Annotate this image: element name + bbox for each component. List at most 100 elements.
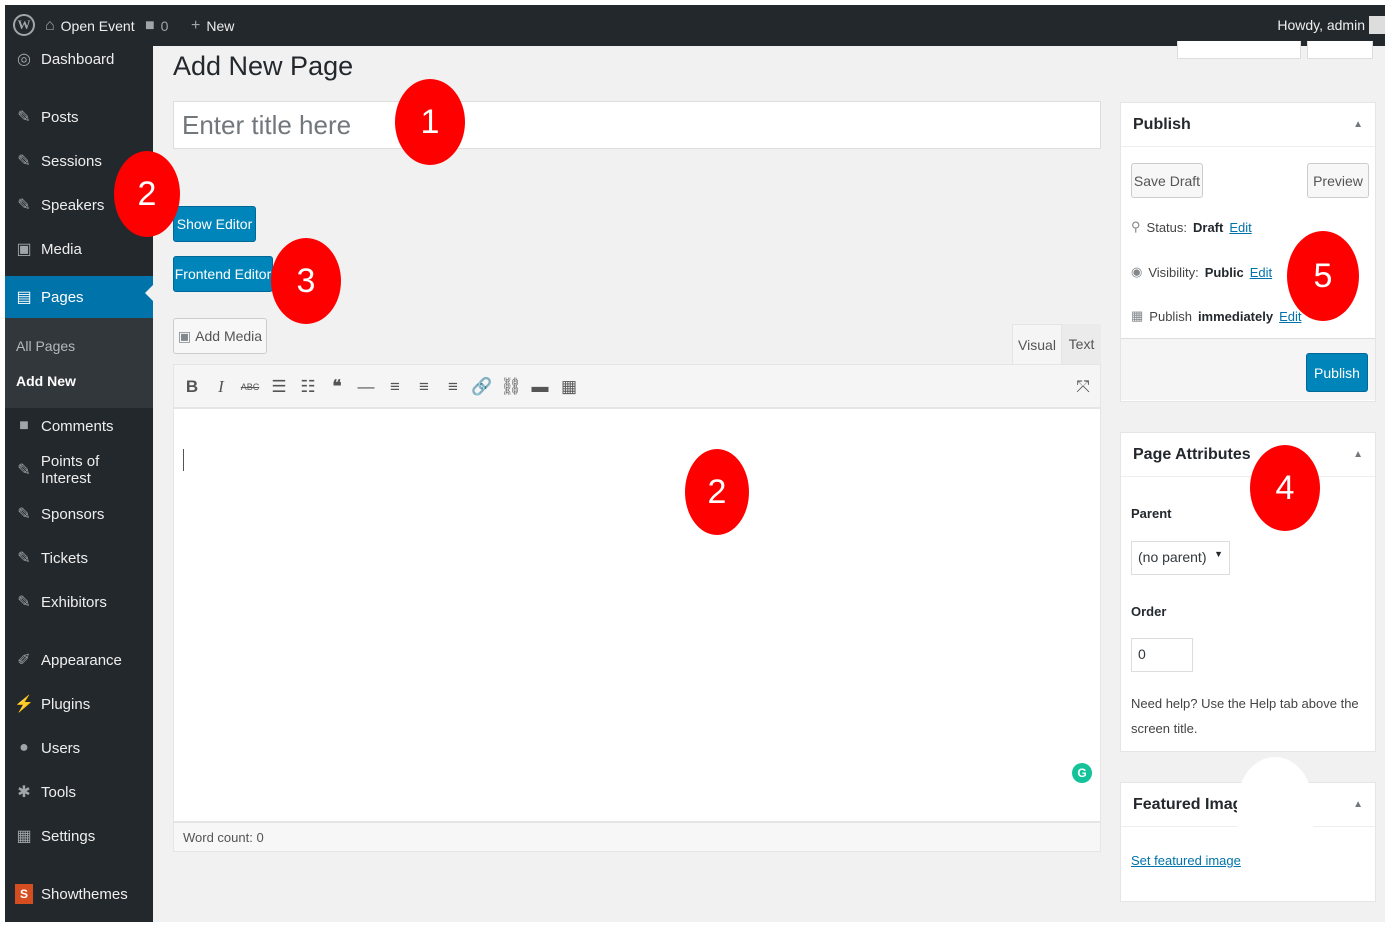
- publish-actions: Publish: [1121, 338, 1375, 400]
- grammarly-icon[interactable]: G: [1072, 763, 1092, 783]
- numbered-list-icon[interactable]: ☷: [297, 376, 319, 398]
- calendar-icon: ▦: [1131, 308, 1144, 323]
- edit-status-link[interactable]: Edit: [1229, 220, 1251, 235]
- settings-icon: ▦: [16, 828, 32, 845]
- submenu-all-pages[interactable]: All Pages: [16, 338, 75, 354]
- horizontal-line-icon[interactable]: —: [355, 376, 377, 398]
- add-media-label: Add Media: [195, 328, 263, 344]
- dashboard-icon: ◎: [17, 51, 31, 68]
- sidebar-item-tools[interactable]: ✱ Tools: [5, 775, 153, 809]
- editor-content-area[interactable]: G: [173, 408, 1101, 822]
- screen-options-tab[interactable]: [1177, 41, 1301, 59]
- bold-icon[interactable]: B: [181, 376, 203, 398]
- eye-icon: ◉: [1131, 264, 1143, 279]
- page-attributes-header[interactable]: Page Attributes ▲: [1121, 433, 1375, 477]
- tab-visual[interactable]: Visual: [1012, 324, 1062, 364]
- unlink-icon[interactable]: ⛓: [500, 376, 522, 398]
- sidebar-item-label: Media: [41, 240, 82, 258]
- frontend-editor-button[interactable]: Frontend Editor: [173, 256, 273, 292]
- publish-date-row: ▦ Publish immediately Edit: [1131, 308, 1302, 324]
- new-label: New: [206, 18, 235, 34]
- wrench-icon: ✱: [17, 784, 31, 801]
- add-media-button[interactable]: ▣ Add Media: [173, 318, 267, 354]
- sidebar-item-label: Settings: [41, 827, 96, 845]
- sidebar-item-label: Points of Interest: [40, 453, 100, 487]
- sidebar-item-plugins[interactable]: ⚡ Plugins: [5, 687, 153, 721]
- site-name: Open Event: [60, 18, 135, 34]
- annotation-marker-1: 1: [395, 79, 465, 165]
- sidebar-item-sponsors[interactable]: ✎ Sponsors: [5, 497, 153, 531]
- publish-box-header[interactable]: Publish ▲: [1121, 103, 1375, 147]
- comments-link[interactable]: ■ 0: [145, 17, 168, 35]
- sidebar-item-exhibitors[interactable]: ✎ Exhibitors: [5, 585, 153, 619]
- publish-button[interactable]: Publish: [1306, 353, 1368, 392]
- italic-icon[interactable]: I: [210, 376, 232, 398]
- pin-icon: ✎: [17, 550, 31, 567]
- bullet-list-icon[interactable]: ☰: [268, 376, 290, 398]
- visibility-row: ◉ Visibility: Public Edit: [1131, 264, 1272, 280]
- greeting-text: Howdy, admin: [1277, 17, 1365, 33]
- avatar[interactable]: [1369, 16, 1385, 34]
- sidebar-item-label: Posts: [41, 108, 79, 126]
- sidebar-item-dashboard[interactable]: ◎ Dashboard: [5, 42, 153, 76]
- sidebar-item-tickets[interactable]: ✎ Tickets: [5, 541, 153, 575]
- sidebar-item-points-of-interest[interactable]: ✎ Points of Interest: [5, 453, 153, 487]
- sidebar-item-appearance[interactable]: ✐ Appearance: [5, 643, 153, 677]
- show-editor-button[interactable]: Show Editor: [173, 206, 256, 242]
- edit-visibility-link[interactable]: Edit: [1250, 265, 1272, 280]
- submenu-add-new[interactable]: Add New: [16, 373, 76, 389]
- collapse-arrow-icon[interactable]: ▲: [1353, 799, 1363, 810]
- sidebar-item-label: Speakers: [41, 196, 105, 214]
- sidebar-item-label: Pages: [41, 288, 84, 306]
- tab-text[interactable]: Text: [1062, 324, 1101, 364]
- status-value: Draft: [1193, 219, 1224, 235]
- annotation-marker-2-editor: 2: [685, 449, 749, 535]
- order-input[interactable]: 0: [1131, 638, 1193, 672]
- wp-admin-screen: W ⌂ Open Event ■ 0 + New Howdy, admin ◎ …: [5, 5, 1385, 922]
- collapse-arrow-icon[interactable]: ▲: [1353, 119, 1363, 130]
- title-input[interactable]: Enter title here: [173, 101, 1101, 149]
- align-center-icon[interactable]: ≡: [413, 376, 435, 398]
- sidebar-item-label: Tickets: [41, 549, 88, 567]
- sidebar-item-label: Appearance: [41, 651, 122, 669]
- pin-icon: ✎: [17, 594, 31, 611]
- set-featured-image-link[interactable]: Set featured image: [1131, 853, 1241, 868]
- sidebar-item-users[interactable]: ● Users: [5, 731, 153, 765]
- sidebar-item-label: Exhibitors: [41, 593, 107, 611]
- align-left-icon[interactable]: ≡: [384, 376, 406, 398]
- new-content-link[interactable]: + New: [191, 17, 234, 35]
- wordpress-logo-icon[interactable]: W: [13, 14, 35, 36]
- sidebar-item-settings[interactable]: ▦ Settings: [5, 819, 153, 853]
- edit-date-link[interactable]: Edit: [1279, 309, 1301, 324]
- strikethrough-icon[interactable]: ABC: [239, 376, 261, 398]
- page-attributes-box: Page Attributes ▲ Parent (no parent) ▼ O…: [1120, 432, 1376, 752]
- site-name-link[interactable]: ⌂ Open Event: [45, 17, 135, 35]
- sidebar-item-pages[interactable]: ▤ Pages: [5, 276, 153, 318]
- link-icon[interactable]: 🔗: [471, 376, 493, 398]
- collapse-arrow-icon[interactable]: ▲: [1353, 449, 1363, 460]
- publish-box-title: Publish: [1133, 115, 1191, 133]
- preview-button[interactable]: Preview: [1307, 163, 1369, 198]
- comment-icon: ■: [19, 417, 29, 434]
- user-icon: ●: [19, 739, 29, 756]
- pin-icon: ✎: [17, 109, 31, 126]
- sidebar-item-media[interactable]: ▣ Media: [5, 232, 153, 266]
- featured-image-title: Featured Image: [1133, 795, 1252, 813]
- fullscreen-icon[interactable]: ⤧: [1072, 376, 1094, 398]
- account-menu[interactable]: Howdy, admin: [1277, 17, 1365, 33]
- parent-select[interactable]: (no parent) ▼: [1131, 541, 1230, 575]
- read-more-icon[interactable]: ▬: [529, 376, 551, 398]
- save-draft-button[interactable]: Save Draft: [1131, 163, 1203, 198]
- status-row: ⚲ Status: Draft Edit: [1131, 219, 1252, 235]
- sidebar-item-comments[interactable]: ■ Comments: [5, 409, 153, 443]
- sidebar-item-showthemes[interactable]: S Showthemes: [5, 877, 153, 911]
- toolbar-toggle-icon[interactable]: ▦: [558, 376, 580, 398]
- pin-icon: ✎: [17, 506, 31, 523]
- pin-icon: ✎: [17, 462, 31, 479]
- visibility-value: Public: [1204, 264, 1244, 280]
- blockquote-icon[interactable]: ❝: [326, 376, 348, 398]
- align-right-icon[interactable]: ≡: [442, 376, 464, 398]
- page-attributes-title: Page Attributes: [1133, 445, 1251, 463]
- sidebar-item-posts[interactable]: ✎ Posts: [5, 100, 153, 134]
- help-tab[interactable]: [1307, 41, 1373, 59]
